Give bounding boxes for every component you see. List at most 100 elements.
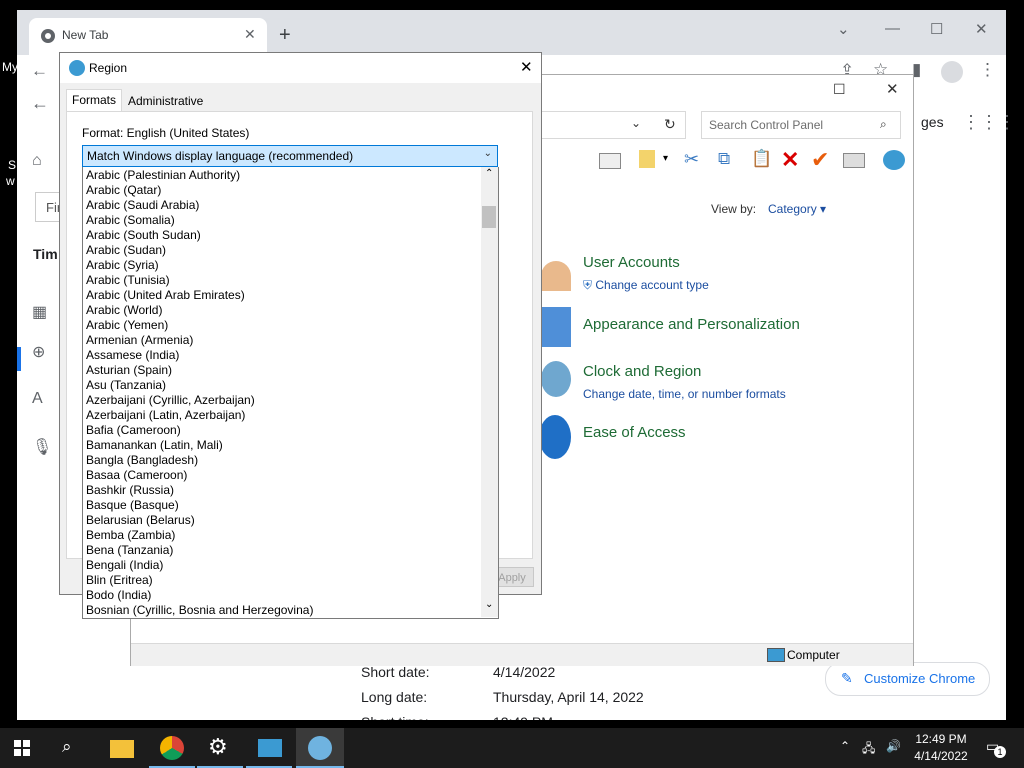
globe-icon[interactable] [883,150,905,170]
paste-icon[interactable]: 📋 [751,149,772,169]
format-list-item[interactable]: Arabic (Somalia) [86,213,175,228]
change-account-type-link[interactable]: ⛨ Change account type [583,278,709,293]
format-list-item[interactable]: Arabic (United Arab Emirates) [86,288,245,303]
format-list-item[interactable]: Bena (Tanzania) [86,543,173,558]
tab-title: New Tab [62,28,109,42]
short-date-value: 4/14/2022 [493,664,556,680]
apps-grid-icon[interactable]: ⋮⋮⋮ [962,112,1016,133]
profile-avatar[interactable] [941,61,963,83]
view-by-dropdown[interactable]: Category ▾ [768,202,826,216]
format-list-item[interactable]: Bangla (Bangladesh) [86,453,198,468]
appearance-icon[interactable] [541,307,571,347]
settings-gear-icon[interactable]: ⚙ [208,734,228,760]
format-list-item[interactable]: Assamese (India) [86,348,179,363]
format-list-item[interactable]: Bashkir (Russia) [86,483,174,498]
volume-icon[interactable]: 🔊 [886,739,901,753]
chrome-icon[interactable] [160,736,184,760]
clock-date[interactable]: 4/14/2022 [910,749,972,763]
format-list-item[interactable]: Bodo (India) [86,588,151,603]
back-icon[interactable]: ← [31,61,48,81]
menu-kebab-icon[interactable]: ⋮ [979,60,996,80]
maximize-icon[interactable]: ☐ [930,20,943,38]
language-icon[interactable]: A [32,390,43,408]
region-globe-icon[interactable]: ⊕ [32,342,45,362]
checkmark-icon[interactable]: ✔ [811,147,829,173]
format-list-item[interactable]: Arabic (Qatar) [86,183,161,198]
format-list-item[interactable]: Bengali (India) [86,558,163,573]
network-icon[interactable]: 🖧 [862,739,875,760]
control-panel-icon[interactable] [258,739,282,757]
speech-mic-icon[interactable]: 🎙 [32,437,52,457]
ease-of-access-icon[interactable] [539,415,571,459]
address-dropdown-icon[interactable]: ⌄ [631,116,641,130]
tray-chevron-icon[interactable]: ⌃ [840,739,850,753]
cat-appearance[interactable]: Appearance and Personalization [583,316,800,333]
format-list-item[interactable]: Basaa (Cameroon) [86,468,187,483]
cut-icon[interactable]: ✂ [684,149,699,170]
format-list-item[interactable]: Armenian (Armenia) [86,333,193,348]
folder-options-icon[interactable] [639,150,655,168]
search-icon[interactable]: ⌕ [62,737,72,757]
delete-icon[interactable]: ✕ [781,147,799,173]
cp-search-input[interactable]: Search Control Panel ⌕ [701,111,901,139]
cat-user-accounts[interactable]: User Accounts [583,254,680,271]
format-list-item[interactable]: Asturian (Spain) [86,363,172,378]
format-list-item[interactable]: Basque (Basque) [86,498,179,513]
list-scrollbar[interactable]: ⌃ ⌄ [481,167,498,617]
cp-maximize-icon[interactable]: ☐ [833,81,846,98]
tab-close-icon[interactable]: ✕ [244,26,256,43]
format-list-item[interactable]: Arabic (Sudan) [86,243,166,258]
scroll-up-icon[interactable]: ⌃ [485,168,493,179]
options-dropdown-icon[interactable]: ▾ [663,153,668,164]
format-list-item[interactable]: Arabic (Saudi Arabia) [86,198,199,213]
format-list-item[interactable]: Azerbaijani (Latin, Azerbaijan) [86,408,245,423]
region-globe-icon [69,60,85,76]
new-tab-icon[interactable]: + [279,24,291,47]
format-list-item[interactable]: Arabic (Tunisia) [86,273,170,288]
format-list-item[interactable]: Bemba (Zambia) [86,528,175,543]
refresh-icon[interactable]: ↻ [664,116,676,133]
uac-shield-icon: ⛨ [583,278,593,292]
start-windows-icon[interactable] [14,740,30,756]
date-time-icon[interactable]: ▦ [32,302,47,322]
format-list-item[interactable]: Belarusian (Belarus) [86,513,195,528]
tab-search-icon[interactable]: ⌄ [837,20,850,38]
cp-close-icon[interactable]: ✕ [886,80,899,98]
tab-new-tab[interactable]: New Tab ✕ [29,18,267,55]
settings-back-icon[interactable]: ← [31,93,49,114]
format-list-item[interactable]: Azerbaijani (Cyrillic, Azerbaijan) [86,393,255,408]
format-dropdown[interactable]: Match Windows display language (recommen… [82,145,498,167]
cat-ease-of-access[interactable]: Ease of Access [583,424,686,441]
tab-administrative[interactable]: Administrative [123,91,208,111]
format-list-item[interactable]: Bosnian (Cyrillic, Bosnia and Herzegovin… [86,603,313,618]
format-list-item[interactable]: Bafia (Cameroon) [86,423,181,438]
format-list-item[interactable]: Asu (Tanzania) [86,378,166,393]
layout-pane-icon[interactable] [599,153,621,169]
scroll-down-icon[interactable]: ⌄ [485,599,493,610]
change-formats-link[interactable]: Change date, time, or number formats [583,387,786,401]
customize-label: Customize Chrome [864,671,976,686]
format-list-item[interactable]: Bamanankan (Latin, Mali) [86,438,223,453]
customize-chrome-button[interactable]: ✎ Customize Chrome [825,662,990,696]
format-list-item[interactable]: Arabic (Syria) [86,258,159,273]
tab-formats[interactable]: Formats [66,89,123,111]
close-icon[interactable]: ✕ [975,20,988,38]
clock-region-icon[interactable] [541,361,571,397]
file-explorer-icon[interactable] [110,740,134,758]
search-icon[interactable]: ⌕ [880,117,887,132]
format-list-item[interactable]: Arabic (South Sudan) [86,228,201,243]
format-list-item[interactable]: Blin (Eritrea) [86,573,153,588]
format-list-item[interactable]: Arabic (Yemen) [86,318,168,333]
notification-icon[interactable]: ▭ 1 [986,738,1006,758]
format-list-item[interactable]: Arabic (World) [86,303,162,318]
format-list-item[interactable]: Arabic (Palestinian Authority) [86,168,240,183]
minimize-icon[interactable]: — [885,20,900,37]
region-close-icon[interactable]: ✕ [520,58,533,76]
properties-icon[interactable] [843,153,865,168]
user-accounts-icon[interactable] [541,261,571,291]
home-icon[interactable]: ⌂ [32,152,42,170]
clock-time[interactable]: 12:49 PM [914,732,968,746]
scroll-thumb[interactable] [482,206,496,228]
cat-clock-region[interactable]: Clock and Region [583,363,701,380]
copy-icon[interactable]: ⧉ [718,149,730,169]
